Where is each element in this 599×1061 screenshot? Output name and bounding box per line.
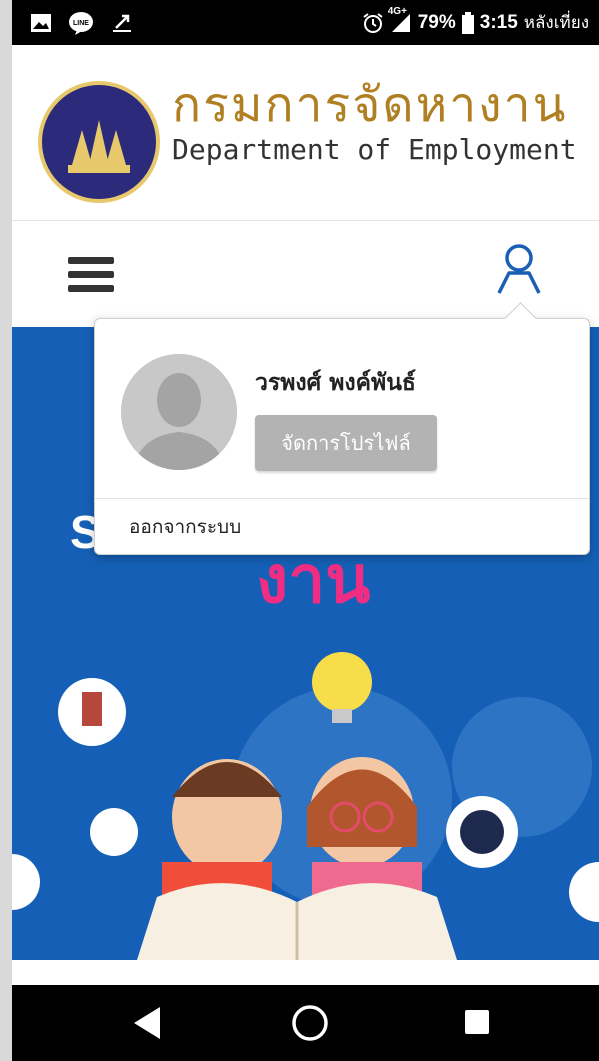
manage-profile-button[interactable]: จัดการโปรไฟล์ xyxy=(255,415,437,471)
network-type: 4G+ xyxy=(387,5,407,17)
hamburger-icon[interactable] xyxy=(68,257,114,293)
clock-time: 3:15 xyxy=(479,11,518,33)
department-name-thai: กรมการจัดหางาน xyxy=(172,77,568,133)
user-icon[interactable] xyxy=(494,243,544,295)
user-dropdown-menu: วรพงศ์ พงค์พันธ์ จัดการโปรไฟล์ ออกจากระบ… xyxy=(94,302,590,555)
recents-icon[interactable] xyxy=(464,1009,490,1039)
system-navigation-bar xyxy=(12,985,599,1061)
home-icon[interactable] xyxy=(290,1003,330,1047)
signal-icon: 4G+ xyxy=(388,6,412,34)
department-name-english: Department of Employment xyxy=(172,133,577,166)
clock-period: หลังเที่ยง xyxy=(523,13,589,32)
image-icon xyxy=(30,13,52,33)
alarm-clock-icon xyxy=(362,12,384,34)
notification-arrow-icon xyxy=(110,11,134,35)
status-bar: LINE 4G+ 79% 3:15 หลังเที่ยง xyxy=(12,0,599,45)
user-name: วรพงศ์ พงค์พันธ์ xyxy=(255,370,416,396)
phone-screen: LINE 4G+ 79% 3:15 หลังเที่ยง กรมการจัดหา… xyxy=(12,0,599,1061)
department-logo xyxy=(38,81,160,203)
svg-text:LINE: LINE xyxy=(73,20,89,27)
divider xyxy=(95,498,589,499)
logout-link[interactable]: ออกจากระบบ xyxy=(129,512,241,542)
back-icon[interactable] xyxy=(130,1005,164,1045)
site-header: กรมการจัดหางาน Department of Employment xyxy=(12,45,599,221)
line-app-icon: LINE xyxy=(68,11,94,35)
avatar xyxy=(121,354,237,470)
battery-icon xyxy=(461,11,474,34)
battery-percent: 79% xyxy=(417,11,456,33)
